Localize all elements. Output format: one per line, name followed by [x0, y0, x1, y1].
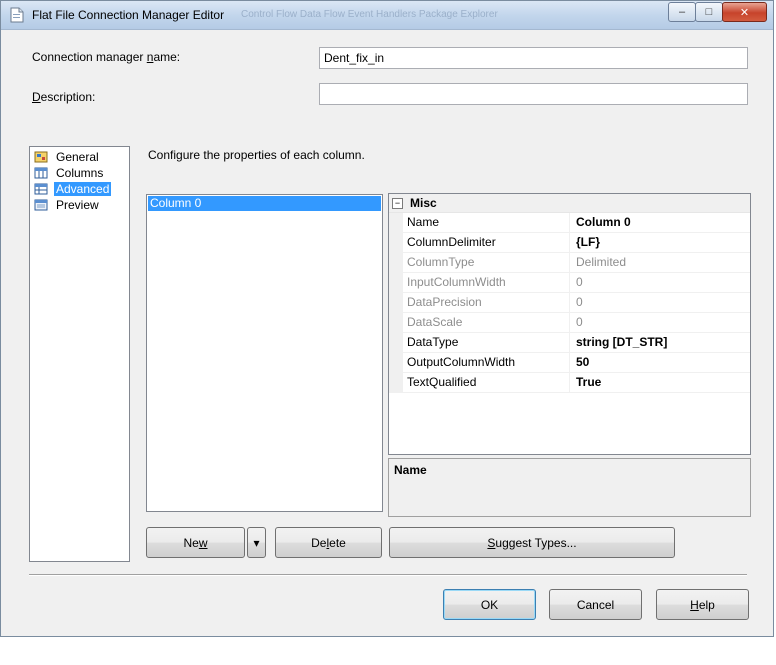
suggest-types-button[interactable]: Suggest Types... [389, 527, 675, 558]
delete-button[interactable]: De l ete [275, 527, 382, 558]
property-row[interactable]: DataType string [DT_STR] [389, 333, 750, 353]
cancel-button[interactable]: Cancel [549, 589, 642, 620]
list-item[interactable]: Column 0 [148, 196, 381, 211]
page-navigation-list: General Columns Advanced Preview [29, 146, 130, 562]
maximize-button[interactable]: □ [695, 2, 723, 22]
window-title: Flat File Connection Manager Editor [32, 8, 225, 22]
property-row[interactable]: ColumnDelimiter {LF} [389, 233, 750, 253]
property-row[interactable]: Name Column 0 [389, 213, 750, 233]
background-tabs-ghost: Control Flow Data Flow Event Handlers Pa… [241, 9, 498, 20]
minimize-button[interactable]: – [668, 2, 696, 22]
property-description-pane: Name [388, 458, 751, 517]
property-row[interactable]: InputColumnWidth 0 [389, 273, 750, 293]
description-label: Description: [32, 90, 96, 104]
property-row[interactable]: DataScale 0 [389, 313, 750, 333]
close-button[interactable]: ✕ [722, 2, 767, 22]
columns-icon [34, 167, 48, 179]
property-row[interactable]: DataPrecision 0 [389, 293, 750, 313]
dialog-window: Flat File Connection Manager Editor Cont… [0, 0, 774, 637]
nav-item-preview[interactable]: Preview [30, 197, 129, 213]
connection-name-input[interactable]: Dent_fix_in [319, 47, 748, 69]
property-category[interactable]: − Misc [389, 194, 750, 213]
nav-item-columns[interactable]: Columns [30, 165, 129, 181]
new-button[interactable]: Ne w [146, 527, 245, 558]
help-button[interactable]: Help [656, 589, 749, 620]
instruction-text: Configure the properties of each column. [148, 148, 365, 162]
preview-icon [34, 199, 48, 211]
advanced-icon [34, 183, 48, 195]
nav-item-general[interactable]: General [30, 149, 129, 165]
divider [29, 574, 747, 576]
new-dropdown-button[interactable]: ▾ [247, 527, 266, 558]
title-bar[interactable]: Flat File Connection Manager Editor Cont… [1, 1, 773, 30]
collapse-icon[interactable]: − [392, 197, 403, 209]
column-list[interactable]: Column 0 [146, 194, 383, 512]
general-icon [34, 151, 48, 163]
window-controls: – □ ✕ [668, 2, 767, 22]
property-row[interactable]: OutputColumnWidth 50 [389, 353, 750, 373]
description-input[interactable] [319, 83, 748, 105]
property-grid[interactable]: − Misc Name Column 0 ColumnDelimiter {LF} … [388, 193, 751, 455]
nav-item-advanced[interactable]: Advanced [30, 181, 129, 197]
property-row[interactable]: ColumnType Delimited [389, 253, 750, 273]
ok-button[interactable]: OK [443, 589, 536, 620]
connection-name-label: Connection manager name: [32, 50, 181, 64]
document-icon [10, 7, 24, 23]
property-row[interactable]: TextQualified True [389, 373, 750, 393]
